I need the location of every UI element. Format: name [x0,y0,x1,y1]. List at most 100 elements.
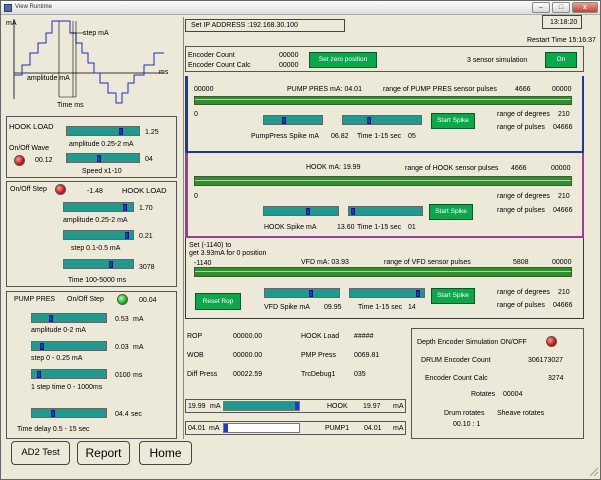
vfd-right-count: 00000 [552,259,572,266]
report-button[interactable]: Report [77,441,130,465]
wave-step-label: step mA [83,30,109,37]
vfd-pulse-track [194,267,572,277]
rotates-value: 00004 [503,391,523,398]
hook-degrees-value: 210 [558,193,570,200]
pump-delay-unit: sec [131,411,142,418]
wave-led-toggle[interactable] [14,155,25,166]
pump-amplitude-slider[interactable] [31,313,107,323]
diff-press-label: Diff Press [187,371,218,378]
app-icon [4,4,12,12]
pump-step-value: 0.03 [115,344,129,351]
pump-degrees-value: 210 [558,111,570,118]
pump-step-label: step 0 - 0.25 mA [31,355,83,362]
hook-amplitude-knob [119,128,123,135]
hook-load-title: HOOK LOAD [9,122,54,131]
ip-address-box[interactable]: Set IP ADDRESS :192.168.30.100 [185,19,345,32]
hook-time-value: 01 [408,224,416,231]
pmp-press-label: PMP Press [301,352,336,359]
hook-speed-knob [97,155,102,162]
hook-spike-value: 13.60 [337,224,355,231]
pump-onoff-step-label: On/Off Step [67,296,104,303]
hook-spike-knob [306,208,311,215]
drum-rotates-label: Drum rotates [444,410,485,417]
pump-time-slider[interactable] [342,115,422,125]
reset-rop-button[interactable]: Reset Rop [195,293,241,310]
pump-bar-name: PUMP1 [325,425,350,432]
pump-step-slider[interactable] [31,341,107,351]
app-window: View Runtime – □ x mA step mA ms amplitu… [0,0,601,480]
pump-bar-right-unit: mA [393,425,404,432]
pump-step-time-label: 1 step time 0 - 1000ms [31,384,103,391]
hook-amplitude-value: 1.25 [145,129,159,136]
ip-address-label: Set IP ADDRESS :192.168.30.100 [191,22,298,29]
ad2-test-button[interactable]: AD2 Test [11,441,70,465]
pump-start-spike-button[interactable]: Start Spike [431,113,475,129]
vfd-time-slider[interactable] [349,288,425,298]
hook-title: HOOK mA: 19.99 [306,164,361,171]
pump-time-label: Time 1-15 sec [357,133,402,140]
hook-bar-right-value: 19.97 [363,403,381,410]
depth-calc-label: Encoder Count Calc [425,375,488,382]
vfd-spike-label: VFD Spike mA [264,304,310,311]
hook-step-led-toggle[interactable] [55,184,66,195]
pump-delay-slider[interactable] [31,408,107,418]
pmp-press-value: 0069.81 [354,352,380,359]
pump-time-knob [366,117,371,124]
hook-bar-name: HOOK [327,403,348,410]
wave-time-label: Time ms [57,102,84,109]
set-zero-position-button[interactable]: Set zero position [309,52,377,68]
pump-spike-slider[interactable] [263,115,323,125]
pump-step-unit: mA [133,344,144,351]
step-size-knob [125,232,130,239]
onoff-wave-label: On/Off Wave [9,145,50,152]
column-divider [183,17,184,439]
drum-count-label: DRUM Encoder Count [421,357,491,364]
pump-time-value: 05 [408,133,416,140]
encoder-calc-value: 00000 [279,62,299,69]
step-size-slider[interactable] [63,230,134,240]
pump-amplitude-value: 0.53 [115,316,129,323]
hook-time-knob [351,208,356,215]
pump-left-count: 00000 [194,86,214,93]
hook-bar-right-unit: mA [393,403,404,410]
hook-bar-left-unit: mA [210,403,221,410]
pump-range-value: 4666 [515,86,531,93]
hook-range-value: 4666 [511,165,527,172]
rop-label: ROP [187,333,203,340]
pump-right-count: 00000 [552,86,572,93]
vfd-spike-slider[interactable] [264,288,340,298]
depth-encoder-led-toggle[interactable] [546,336,557,347]
vfd-time-label: Time 1-15 sec [358,304,403,311]
hook-speed-label: Speed x1-10 [82,168,122,175]
hook-amplitude-slider[interactable] [66,126,140,136]
step-time-label: Time 100-5000 ms [68,277,127,284]
step-amplitude-label: amplitude 0.25-2 mA [63,217,128,224]
hook-spike-slider[interactable] [263,206,339,216]
pump-step-time-slider[interactable] [31,369,107,379]
hook-pulse-track [194,176,572,186]
step-amplitude-slider[interactable] [63,202,134,212]
vfd-range-label: range of VFD sensor pulses [384,259,471,266]
resize-grip-icon[interactable] [589,467,599,477]
pump-delay-knob [50,410,55,417]
maximize-button[interactable]: □ [552,2,570,13]
vfd-start-spike-button[interactable]: Start Spike [431,288,475,304]
depth-calc-value: 3274 [548,375,564,382]
hook-start-spike-button[interactable]: Start Spike [429,204,473,220]
sensor-sim-on-button[interactable]: On [545,52,577,68]
maximize-icon: □ [558,4,564,11]
wave-amplitude-label: amplitude mA [27,75,70,82]
pump-step-led-toggle[interactable] [117,294,128,305]
pump-spike-value: 06.82 [331,133,349,140]
pump-amplitude-unit: mA [133,316,144,323]
pump-amplitude-label: amplitude 0-2 mA [31,327,86,334]
hook-step-hook-load: HOOK LOAD [122,186,167,195]
close-button[interactable]: x [572,2,598,13]
pump-degrees-label: range of degrees [497,111,550,118]
step-time-slider[interactable] [63,259,134,269]
pump-track-stripe [195,99,571,100]
hook-speed-slider[interactable] [66,153,140,163]
hook-time-slider[interactable] [348,206,423,216]
minimize-button[interactable]: – [532,2,550,13]
home-button[interactable]: Home [139,441,192,465]
